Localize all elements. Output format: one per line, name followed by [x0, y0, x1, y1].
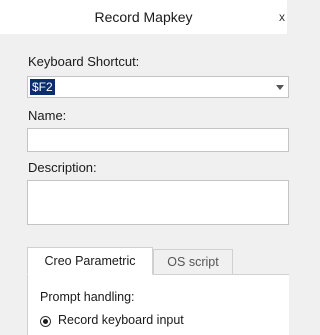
- keyboard-shortcut-value: $F2: [30, 79, 55, 95]
- description-label: Description:: [28, 160, 97, 175]
- record-keyboard-input-label: Record keyboard input: [58, 313, 184, 327]
- close-icon[interactable]: x: [279, 0, 285, 34]
- name-field[interactable]: [27, 128, 289, 152]
- tab-os-script[interactable]: OS script: [153, 249, 233, 274]
- title-bar: Record Mapkey x: [0, 0, 287, 34]
- dialog-title: Record Mapkey: [94, 9, 193, 25]
- radio-selected-dot: [43, 319, 48, 324]
- keyboard-shortcut-combobox[interactable]: $F2: [27, 76, 289, 98]
- keyboard-shortcut-label: Keyboard Shortcut:: [28, 54, 140, 69]
- chevron-down-icon[interactable]: [276, 85, 284, 90]
- prompt-handling-label: Prompt handling:: [40, 290, 135, 304]
- description-field[interactable]: [27, 180, 289, 225]
- tab-creo-parametric[interactable]: Creo Parametric: [27, 247, 153, 275]
- record-keyboard-input-radio[interactable]: [40, 316, 51, 327]
- name-label: Name:: [28, 108, 67, 123]
